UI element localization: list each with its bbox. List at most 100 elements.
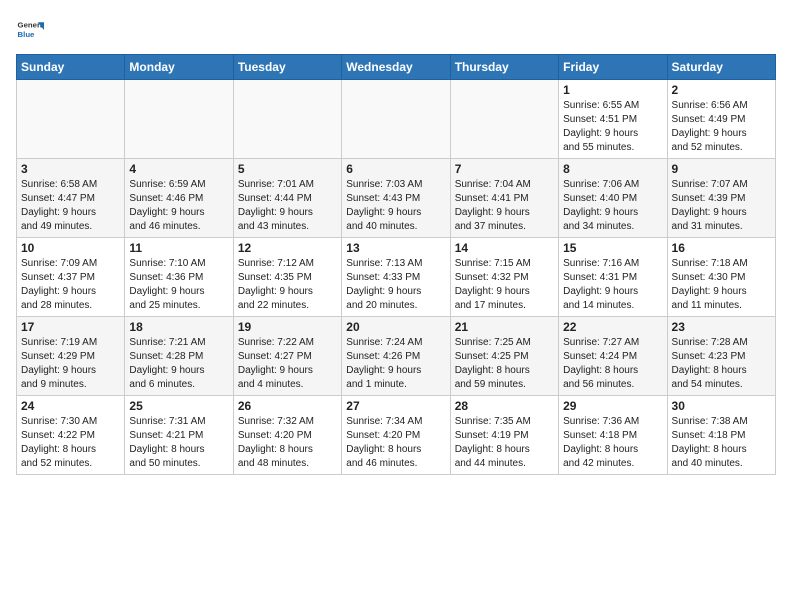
calendar-day-cell: 19 Sunrise: 7:22 AM Sunset: 4:27 PM Dayli… — [233, 317, 341, 396]
calendar-day-cell: 10 Sunrise: 7:09 AM Sunset: 4:37 PM Dayli… — [17, 238, 125, 317]
calendar-day-cell: 26 Sunrise: 7:32 AM Sunset: 4:20 PM Dayli… — [233, 396, 341, 475]
day-info: Sunrise: 6:56 AM Sunset: 4:49 PM Dayligh… — [672, 99, 771, 155]
day-info: Sunrise: 7:13 AM Sunset: 4:33 PM Dayligh… — [346, 257, 445, 313]
day-info: Sunrise: 7:22 AM Sunset: 4:27 PM Dayligh… — [238, 336, 337, 392]
day-info: Sunrise: 7:19 AM Sunset: 4:29 PM Dayligh… — [21, 336, 120, 392]
day-number: 22 — [563, 320, 662, 334]
day-number: 21 — [455, 320, 554, 334]
calendar-day-cell: 14 Sunrise: 7:15 AM Sunset: 4:32 PM Dayli… — [450, 238, 558, 317]
day-info: Sunrise: 7:28 AM Sunset: 4:23 PM Dayligh… — [672, 336, 771, 392]
day-info: Sunrise: 7:10 AM Sunset: 4:36 PM Dayligh… — [129, 257, 228, 313]
calendar-day-cell: 29 Sunrise: 7:36 AM Sunset: 4:18 PM Dayli… — [559, 396, 667, 475]
day-number: 20 — [346, 320, 445, 334]
day-number: 6 — [346, 162, 445, 176]
calendar-day-cell: 5 Sunrise: 7:01 AM Sunset: 4:44 PM Daylig… — [233, 159, 341, 238]
day-info: Sunrise: 7:34 AM Sunset: 4:20 PM Dayligh… — [346, 415, 445, 471]
logo-icon: General Blue — [16, 16, 44, 44]
svg-text:Blue: Blue — [18, 30, 36, 39]
calendar-week-1: 1Sunrise: 6:55 AM Sunset: 4:51 PM Daylig… — [17, 80, 776, 159]
weekday-header-monday: Monday — [125, 55, 233, 80]
day-number: 3 — [21, 162, 120, 176]
day-number: 12 — [238, 241, 337, 255]
day-number: 29 — [563, 399, 662, 413]
calendar-day-cell: 9 Sunrise: 7:07 AM Sunset: 4:39 PM Daylig… — [667, 159, 775, 238]
day-info: Sunrise: 7:35 AM Sunset: 4:19 PM Dayligh… — [455, 415, 554, 471]
day-info: Sunrise: 7:36 AM Sunset: 4:18 PM Dayligh… — [563, 415, 662, 471]
day-number: 5 — [238, 162, 337, 176]
weekday-header-thursday: Thursday — [450, 55, 558, 80]
day-number: 15 — [563, 241, 662, 255]
calendar-day-cell — [125, 80, 233, 159]
day-number: 2 — [672, 83, 771, 97]
day-info: Sunrise: 7:03 AM Sunset: 4:43 PM Dayligh… — [346, 178, 445, 234]
calendar-day-cell — [17, 80, 125, 159]
day-info: Sunrise: 7:04 AM Sunset: 4:41 PM Dayligh… — [455, 178, 554, 234]
day-info: Sunrise: 7:15 AM Sunset: 4:32 PM Dayligh… — [455, 257, 554, 313]
day-info: Sunrise: 7:09 AM Sunset: 4:37 PM Dayligh… — [21, 257, 120, 313]
day-number: 17 — [21, 320, 120, 334]
calendar-day-cell: 25Sunrise: 7:31 AM Sunset: 4:21 PM Dayli… — [125, 396, 233, 475]
day-number: 13 — [346, 241, 445, 255]
calendar-day-cell: 16 Sunrise: 7:18 AM Sunset: 4:30 PM Dayli… — [667, 238, 775, 317]
calendar-day-cell — [342, 80, 450, 159]
day-info: Sunrise: 7:16 AM Sunset: 4:31 PM Dayligh… — [563, 257, 662, 313]
day-info: Sunrise: 7:25 AM Sunset: 4:25 PM Dayligh… — [455, 336, 554, 392]
day-info: Sunrise: 7:01 AM Sunset: 4:44 PM Dayligh… — [238, 178, 337, 234]
day-info: Sunrise: 7:27 AM Sunset: 4:24 PM Dayligh… — [563, 336, 662, 392]
day-info: Sunrise: 7:31 AM Sunset: 4:21 PM Dayligh… — [129, 415, 228, 471]
calendar-day-cell: 15 Sunrise: 7:16 AM Sunset: 4:31 PM Dayli… — [559, 238, 667, 317]
calendar-day-cell: 1Sunrise: 6:55 AM Sunset: 4:51 PM Daylig… — [559, 80, 667, 159]
calendar-day-cell: 21 Sunrise: 7:25 AM Sunset: 4:25 PM Dayli… — [450, 317, 558, 396]
day-info: Sunrise: 6:59 AM Sunset: 4:46 PM Dayligh… — [129, 178, 228, 234]
calendar-week-2: 3 Sunrise: 6:58 AM Sunset: 4:47 PM Daylig… — [17, 159, 776, 238]
svg-text:General: General — [18, 21, 44, 30]
day-number: 10 — [21, 241, 120, 255]
calendar-day-cell: 24Sunrise: 7:30 AM Sunset: 4:22 PM Dayli… — [17, 396, 125, 475]
weekday-header-friday: Friday — [559, 55, 667, 80]
day-info: Sunrise: 7:24 AM Sunset: 4:26 PM Dayligh… — [346, 336, 445, 392]
day-number: 14 — [455, 241, 554, 255]
page-header: General Blue — [16, 16, 776, 44]
weekday-header-row: SundayMondayTuesdayWednesdayThursdayFrid… — [17, 55, 776, 80]
calendar-day-cell: 23Sunrise: 7:28 AM Sunset: 4:23 PM Dayli… — [667, 317, 775, 396]
day-info: Sunrise: 6:55 AM Sunset: 4:51 PM Dayligh… — [563, 99, 662, 155]
calendar-day-cell — [233, 80, 341, 159]
day-number: 16 — [672, 241, 771, 255]
day-number: 7 — [455, 162, 554, 176]
calendar-day-cell: 2 Sunrise: 6:56 AM Sunset: 4:49 PM Daylig… — [667, 80, 775, 159]
calendar-day-cell: 17 Sunrise: 7:19 AM Sunset: 4:29 PM Dayli… — [17, 317, 125, 396]
weekday-header-wednesday: Wednesday — [342, 55, 450, 80]
day-number: 4 — [129, 162, 228, 176]
calendar-day-cell: 3 Sunrise: 6:58 AM Sunset: 4:47 PM Daylig… — [17, 159, 125, 238]
day-info: Sunrise: 7:32 AM Sunset: 4:20 PM Dayligh… — [238, 415, 337, 471]
day-info: Sunrise: 7:30 AM Sunset: 4:22 PM Dayligh… — [21, 415, 120, 471]
day-number: 11 — [129, 241, 228, 255]
weekday-header-saturday: Saturday — [667, 55, 775, 80]
logo: General Blue — [16, 16, 48, 44]
calendar-week-5: 24Sunrise: 7:30 AM Sunset: 4:22 PM Dayli… — [17, 396, 776, 475]
day-info: Sunrise: 7:38 AM Sunset: 4:18 PM Dayligh… — [672, 415, 771, 471]
calendar-day-cell: 27 Sunrise: 7:34 AM Sunset: 4:20 PM Dayli… — [342, 396, 450, 475]
calendar-day-cell: 20 Sunrise: 7:24 AM Sunset: 4:26 PM Dayli… — [342, 317, 450, 396]
day-number: 27 — [346, 399, 445, 413]
calendar-week-4: 17 Sunrise: 7:19 AM Sunset: 4:29 PM Dayli… — [17, 317, 776, 396]
calendar-day-cell: 28 Sunrise: 7:35 AM Sunset: 4:19 PM Dayli… — [450, 396, 558, 475]
day-info: Sunrise: 7:18 AM Sunset: 4:30 PM Dayligh… — [672, 257, 771, 313]
calendar-day-cell: 4 Sunrise: 6:59 AM Sunset: 4:46 PM Daylig… — [125, 159, 233, 238]
calendar-day-cell: 13 Sunrise: 7:13 AM Sunset: 4:33 PM Dayli… — [342, 238, 450, 317]
day-info: Sunrise: 7:12 AM Sunset: 4:35 PM Dayligh… — [238, 257, 337, 313]
day-info: Sunrise: 7:21 AM Sunset: 4:28 PM Dayligh… — [129, 336, 228, 392]
calendar-day-cell: 7 Sunrise: 7:04 AM Sunset: 4:41 PM Daylig… — [450, 159, 558, 238]
day-info: Sunrise: 6:58 AM Sunset: 4:47 PM Dayligh… — [21, 178, 120, 234]
calendar-week-3: 10 Sunrise: 7:09 AM Sunset: 4:37 PM Dayli… — [17, 238, 776, 317]
day-number: 28 — [455, 399, 554, 413]
day-number: 19 — [238, 320, 337, 334]
calendar-day-cell: 30 Sunrise: 7:38 AM Sunset: 4:18 PM Dayli… — [667, 396, 775, 475]
day-number: 8 — [563, 162, 662, 176]
day-number: 9 — [672, 162, 771, 176]
day-number: 30 — [672, 399, 771, 413]
day-info: Sunrise: 7:07 AM Sunset: 4:39 PM Dayligh… — [672, 178, 771, 234]
day-number: 26 — [238, 399, 337, 413]
calendar-day-cell: 11 Sunrise: 7:10 AM Sunset: 4:36 PM Dayli… — [125, 238, 233, 317]
calendar-day-cell: 8Sunrise: 7:06 AM Sunset: 4:40 PM Daylig… — [559, 159, 667, 238]
